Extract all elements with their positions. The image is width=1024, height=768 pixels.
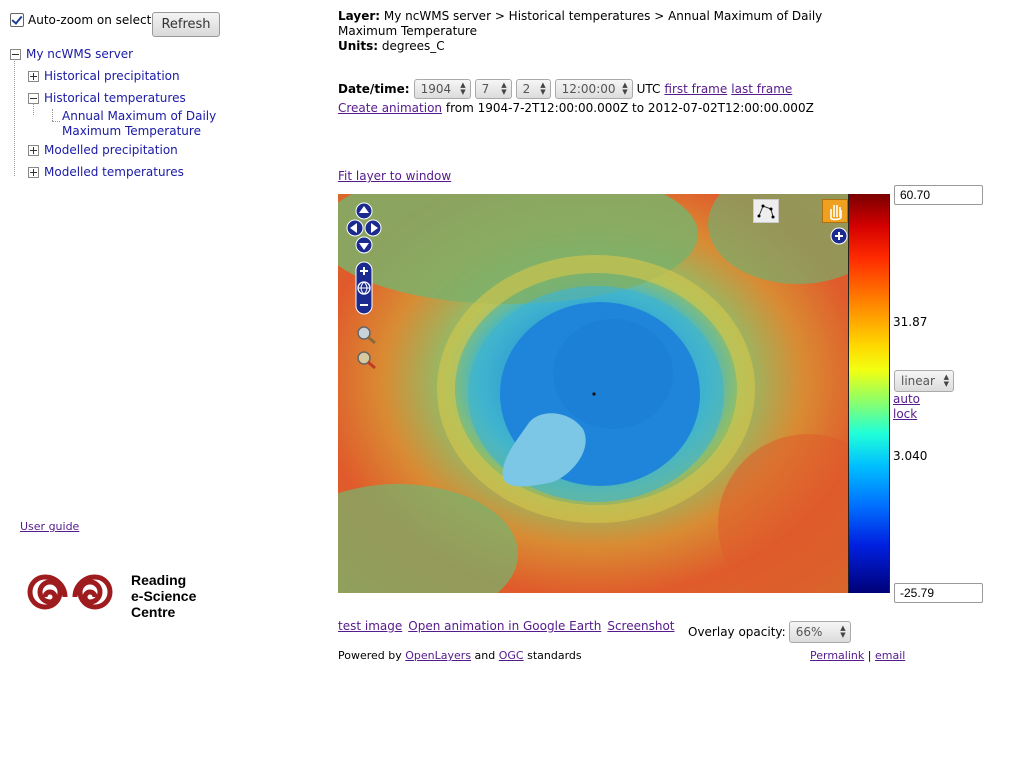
open-google-earth-link[interactable]: Open animation in Google Earth — [408, 619, 601, 633]
spinner-arrows-icon: ▲ ▼ — [501, 81, 507, 96]
scale-type-value: linear — [901, 374, 935, 388]
powered-by-text: Powered by — [338, 649, 402, 662]
layer-info: Layer: My ncWMS server > Historical temp… — [338, 9, 858, 54]
autozoom-checkbox[interactable] — [10, 13, 24, 27]
spinner-arrows-icon: ▲ ▼ — [943, 373, 949, 388]
create-animation-link[interactable]: Create animation — [338, 101, 442, 115]
resc-logo-text: Reading e-Science Centre — [131, 572, 196, 620]
tree-item-label[interactable]: Annual Maximum of Daily Maximum Temperat… — [62, 109, 272, 139]
hand-pan-icon[interactable] — [822, 199, 848, 223]
fit-layer-link[interactable]: Fit layer to window — [338, 169, 451, 183]
logo-line: Reading — [131, 572, 187, 588]
scale-min-input[interactable] — [894, 583, 983, 603]
opacity-select[interactable]: 66% ▲ ▼ — [788, 621, 851, 643]
map-image — [338, 194, 848, 593]
expand-icon[interactable] — [28, 145, 39, 156]
tree-item-modelled-temperatures[interactable]: Modelled temperatures — [28, 165, 184, 179]
animation-row: Create animation from 1904-7-2T12:00:00.… — [338, 101, 814, 115]
time-value: 12:00:00 — [561, 82, 616, 96]
datetime-label: Date/time: — [338, 82, 410, 96]
units-label: Units: — [338, 39, 379, 53]
opacity-label: Overlay opacity: — [688, 625, 786, 639]
zoom-box-icon[interactable] — [355, 325, 379, 345]
spinner-arrows-icon: ▲ ▼ — [540, 81, 546, 96]
month-value: 7 — [481, 82, 490, 96]
opacity-value: 66% — [795, 625, 823, 639]
map-viewport[interactable] — [338, 194, 848, 593]
ogc-link[interactable]: OGC — [499, 649, 524, 662]
zoom-out-box-icon[interactable] — [355, 350, 379, 370]
permalink-row: Permalink | email — [810, 649, 905, 662]
auto-scale-link[interactable]: auto — [893, 392, 920, 406]
animation-range: from 1904-7-2T12:00:00.000Z to 2012-07-0… — [445, 101, 814, 115]
expand-icon[interactable] — [28, 167, 39, 178]
test-image-link[interactable]: test image — [338, 619, 402, 633]
year-select[interactable]: 1904 ▲ ▼ — [413, 79, 471, 99]
tree-item-historical-temperatures[interactable]: Historical temperatures — [28, 91, 186, 105]
scale-type-select[interactable]: linear ▲ ▼ — [894, 370, 954, 392]
logo-line: Centre — [131, 604, 176, 620]
tree-connector — [52, 121, 60, 122]
screenshot-link[interactable]: Screenshot — [607, 619, 674, 633]
spinner-arrows-icon: ▲ ▼ — [840, 624, 846, 639]
powered-by: Powered by OpenLayers and OGC standards — [338, 649, 582, 662]
and-text: and — [474, 649, 496, 662]
timezone-label: UTC — [636, 82, 661, 96]
tree-item-label[interactable]: Modelled precipitation — [44, 143, 178, 157]
refresh-button[interactable]: Refresh — [152, 12, 220, 37]
bottom-links: test image Open animation in Google Eart… — [338, 619, 675, 633]
month-select[interactable]: 7 ▲ ▼ — [474, 79, 512, 99]
pan-arrows-icon[interactable] — [346, 202, 382, 254]
colour-palette-bar[interactable] — [848, 194, 890, 593]
scale-mid-low: 3.040 — [893, 449, 928, 463]
year-value: 1904 — [420, 82, 452, 96]
expand-icon[interactable] — [28, 71, 39, 82]
email-link[interactable]: email — [875, 649, 905, 662]
lock-scale-link[interactable]: lock — [893, 407, 917, 421]
scale-mid-high: 31.87 — [893, 315, 928, 329]
tree-item-historical-precipitation[interactable]: Historical precipitation — [28, 69, 180, 83]
tree-item-annual-max-temperature[interactable]: Annual Maximum of Daily Maximum Temperat… — [62, 109, 272, 139]
zoom-bar[interactable] — [354, 260, 374, 316]
tree-item-label[interactable]: Historical temperatures — [44, 91, 186, 105]
first-frame-link[interactable]: first frame — [664, 82, 727, 96]
draw-path-icon[interactable] — [753, 199, 779, 223]
standards-text: standards — [527, 649, 582, 662]
collapse-icon[interactable] — [28, 93, 39, 104]
datetime-row: Date/time: 1904 ▲ ▼ 7 ▲ ▼ 2 ▲ ▼ 12:00:00 ▲ ▼… — [338, 79, 792, 99]
layer-path: My ncWMS server > Historical temperature… — [338, 9, 823, 38]
tree-root-label[interactable]: My ncWMS server — [26, 47, 133, 61]
tree-root[interactable]: My ncWMS server — [10, 47, 133, 61]
units-value: degrees_C — [381, 39, 445, 53]
scale-max-input[interactable] — [894, 185, 983, 205]
tree-item-label[interactable]: Historical precipitation — [44, 69, 180, 83]
user-guide-link[interactable]: User guide — [20, 520, 79, 533]
opacity-row: Overlay opacity: 66% ▲ ▼ — [688, 621, 851, 643]
collapse-icon[interactable] — [10, 49, 21, 60]
layer-switcher-plus-icon[interactable] — [830, 227, 848, 245]
openlayers-link[interactable]: OpenLayers — [405, 649, 471, 662]
logo-line: e-Science — [131, 588, 197, 604]
day-select[interactable]: 2 ▲ ▼ — [515, 79, 551, 99]
day-value: 2 — [522, 82, 531, 96]
spinner-arrows-icon: ▲ ▼ — [460, 81, 466, 96]
time-select[interactable]: 12:00:00 ▲ ▼ — [554, 79, 633, 99]
separator: | — [867, 649, 872, 662]
spinner-arrows-icon: ▲ ▼ — [622, 81, 628, 96]
tree-connector — [14, 58, 15, 176]
tree-connector — [52, 109, 53, 121]
tree-item-modelled-precipitation[interactable]: Modelled precipitation — [28, 143, 178, 157]
layer-label: Layer: — [338, 9, 381, 23]
autozoom-label: Auto-zoom on select — [28, 13, 152, 27]
tree-item-label[interactable]: Modelled temperatures — [44, 165, 184, 179]
autozoom-checkbox-row[interactable]: Auto-zoom on select — [10, 13, 151, 27]
last-frame-link[interactable]: last frame — [731, 82, 792, 96]
permalink-link[interactable]: Permalink — [810, 649, 864, 662]
